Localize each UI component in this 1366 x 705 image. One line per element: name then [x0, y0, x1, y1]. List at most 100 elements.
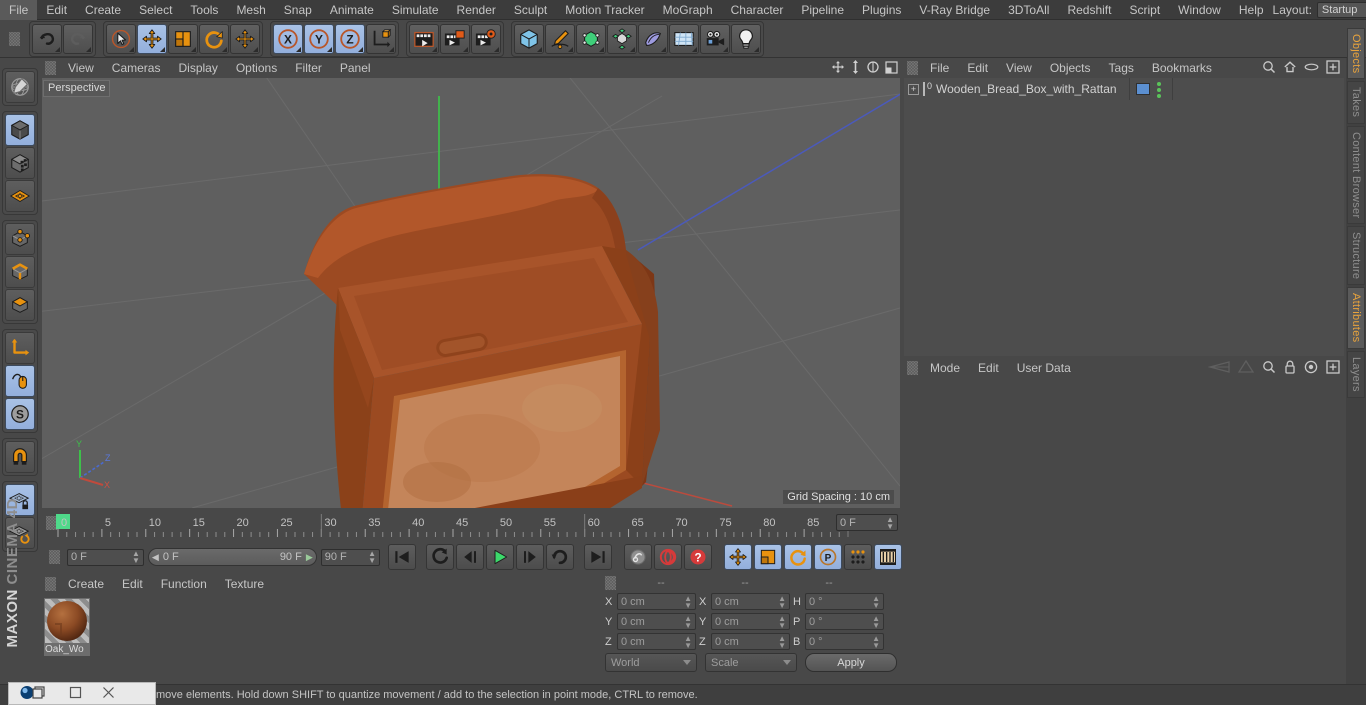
coord-size-field-z[interactable]: 0 cm ▲ ▼: [711, 633, 790, 650]
material-preview[interactable]: [44, 598, 90, 644]
spinner-icon[interactable]: ▲ ▼: [778, 634, 786, 649]
menu-item-motion-tracker[interactable]: Motion Tracker: [556, 0, 653, 20]
search-icon[interactable]: [1262, 60, 1276, 77]
object-menu-file[interactable]: File: [921, 58, 958, 78]
coord-size-field-x[interactable]: 0 cm ▲ ▼: [711, 593, 790, 610]
coord-position-field-x[interactable]: 0 cm ▲ ▼: [617, 593, 696, 610]
menu-item-redshift[interactable]: Redshift: [1058, 0, 1120, 20]
spinner-icon[interactable]: ▲ ▼: [886, 515, 894, 530]
viewport-menu-cameras[interactable]: Cameras: [103, 58, 170, 78]
menu-item-v-ray-bridge[interactable]: V-Ray Bridge: [910, 0, 999, 20]
viewport-canvas[interactable]: Perspective Y Z X Grid Spacing: 10 cm: [42, 78, 900, 508]
pan-icon[interactable]: [831, 60, 845, 77]
workplane-icon[interactable]: [5, 180, 35, 212]
current-frame-field[interactable]: 0 F ▲ ▼: [67, 548, 144, 566]
autokey-icon[interactable]: [654, 544, 682, 570]
end-frame-field[interactable]: 90 F ▲ ▼: [320, 548, 380, 566]
menu-item-simulate[interactable]: Simulate: [383, 0, 448, 20]
range-right-arrow-icon[interactable]: ▶: [306, 552, 313, 563]
object-list[interactable]: +0 Wooden_Bread_Box_with_Rattan: [904, 78, 1344, 356]
nurbs-icon[interactable]: [576, 23, 606, 54]
history-back-icon[interactable]: [1207, 360, 1230, 376]
attributes-menu-user-data[interactable]: User Data: [1008, 358, 1080, 378]
key-scale-icon[interactable]: [754, 544, 782, 570]
keyframe-selection-icon[interactable]: ?: [684, 544, 712, 570]
material-menu-function[interactable]: Function: [152, 574, 216, 594]
timeline-frame-field[interactable]: 0 F ▲ ▼: [836, 514, 898, 531]
object-visibility-dots[interactable]: [1157, 82, 1161, 98]
app-icon[interactable]: [19, 685, 49, 702]
go-to-start-icon[interactable]: [388, 544, 416, 570]
magnet-icon[interactable]: [5, 441, 35, 473]
cube-primitive-icon[interactable]: [514, 23, 544, 54]
material-swatch[interactable]: Oak_Wo: [44, 598, 90, 656]
timeline-icon[interactable]: [874, 544, 902, 570]
polygons-mode-icon[interactable]: [5, 289, 35, 321]
menu-item-3dtoall[interactable]: 3DToAll: [999, 0, 1058, 20]
right-tab-content-browser[interactable]: Content Browser: [1347, 125, 1365, 225]
right-tab-structure[interactable]: Structure: [1347, 226, 1365, 286]
rotate-icon[interactable]: [199, 23, 229, 54]
render-picture-viewer-icon[interactable]: [440, 23, 470, 54]
spinner-icon[interactable]: ▲ ▼: [368, 550, 376, 565]
add-panel-icon[interactable]: [1326, 59, 1340, 77]
menu-item-script[interactable]: Script: [1120, 0, 1169, 20]
viewport-menu-options[interactable]: Options: [227, 58, 286, 78]
coord-position-field-z[interactable]: 0 cm ▲ ▼: [617, 633, 696, 650]
playback-grip[interactable]: [49, 550, 60, 564]
camera-icon[interactable]: [700, 23, 730, 54]
render-view-icon[interactable]: [409, 23, 439, 54]
layout-dropdown[interactable]: Startup: [1316, 1, 1366, 18]
spinner-icon[interactable]: ▲ ▼: [872, 614, 880, 629]
axis-modify-icon[interactable]: [5, 332, 35, 364]
object-menu-view[interactable]: View: [997, 58, 1041, 78]
menu-item-select[interactable]: Select: [130, 0, 181, 20]
coord-system-dropdown[interactable]: World: [605, 653, 697, 672]
viewport-grip[interactable]: [45, 61, 56, 75]
object-menu-bookmarks[interactable]: Bookmarks: [1143, 58, 1221, 78]
right-tab-attributes[interactable]: Attributes: [1347, 287, 1365, 349]
menu-item-render[interactable]: Render: [448, 0, 505, 20]
render-settings-icon[interactable]: [471, 23, 501, 54]
scale-icon[interactable]: [168, 23, 198, 54]
range-left-arrow-icon[interactable]: ◀: [152, 552, 159, 563]
model-mode-icon[interactable]: [5, 114, 35, 146]
menu-item-pipeline[interactable]: Pipeline: [792, 0, 853, 20]
spinner-icon[interactable]: ▲ ▼: [684, 634, 692, 649]
step-back-icon[interactable]: [456, 544, 484, 570]
viewport-menu-display[interactable]: Display: [169, 58, 226, 78]
history-forward-icon[interactable]: [1237, 359, 1255, 376]
coord-position-field-y[interactable]: 0 cm ▲ ▼: [617, 613, 696, 630]
coord-size-field-y[interactable]: 0 cm ▲ ▼: [711, 613, 790, 630]
lock-icon[interactable]: [1284, 360, 1296, 377]
spinner-icon[interactable]: ▲ ▼: [132, 550, 140, 565]
attributes-menu-edit[interactable]: Edit: [969, 358, 1008, 378]
menu-item-sculpt[interactable]: Sculpt: [505, 0, 556, 20]
spline-pen-icon[interactable]: [545, 23, 575, 54]
menu-item-create[interactable]: Create: [76, 0, 130, 20]
menu-item-window[interactable]: Window: [1169, 0, 1230, 20]
object-manager-grip[interactable]: [907, 61, 918, 75]
attributes-grip[interactable]: [907, 361, 918, 375]
play-icon[interactable]: [486, 544, 514, 570]
spinner-icon[interactable]: ▲ ▼: [684, 594, 692, 609]
attributes-menu-mode[interactable]: Mode: [921, 358, 969, 378]
key-rotation-icon[interactable]: [784, 544, 812, 570]
add-panel-icon[interactable]: [1326, 359, 1340, 377]
toolbar-grip[interactable]: [9, 31, 20, 46]
expand-icon[interactable]: +: [908, 83, 919, 95]
coord-rotation-field-b[interactable]: 0 ° ▲ ▼: [805, 633, 884, 650]
y-axis-icon[interactable]: Y: [304, 23, 334, 54]
object-menu-tags[interactable]: Tags: [1100, 58, 1143, 78]
menu-item-help[interactable]: Help: [1230, 0, 1273, 20]
spinner-icon[interactable]: ▲ ▼: [872, 634, 880, 649]
move-alt-icon[interactable]: [230, 23, 260, 54]
key-param-icon[interactable]: P: [814, 544, 842, 570]
undo-icon[interactable]: [32, 23, 62, 54]
viewport-menu-panel[interactable]: Panel: [331, 58, 380, 78]
search-icon[interactable]: [1262, 360, 1276, 377]
spinner-icon[interactable]: ▲ ▼: [684, 614, 692, 629]
material-menu-edit[interactable]: Edit: [113, 574, 152, 594]
world-axis-icon[interactable]: [366, 23, 396, 54]
coord-rotation-field-p[interactable]: 0 ° ▲ ▼: [805, 613, 884, 630]
